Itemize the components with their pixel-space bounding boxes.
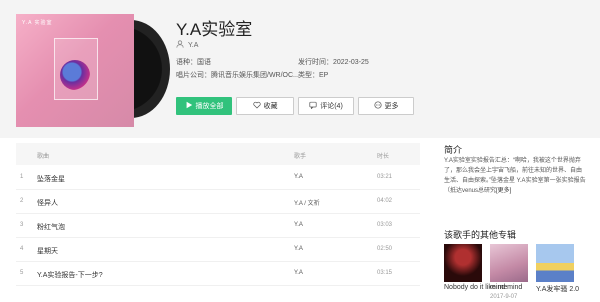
other-albums-title: 该歌手的其他专辑 <box>444 230 517 240</box>
other-album-name[interactable]: Y.A发牢骚 2.0 <box>536 284 579 294</box>
release-date-info: 发行时间：2022-03-25 <box>298 59 369 66</box>
track-duration: 03:15 <box>377 270 393 276</box>
more-icon <box>373 101 382 111</box>
track-row[interactable]: 2 怪异人 Y.A / 文祈 04:02 <box>16 190 420 214</box>
track-singer[interactable]: Y.A <box>294 246 303 252</box>
track-singer[interactable]: Y.A <box>294 222 303 228</box>
other-album-cover[interactable] <box>536 244 574 282</box>
company-info: 唱片公司：腾讯音乐娱乐集团/WR/OC... <box>176 72 299 79</box>
track-singer[interactable]: Y.A <box>294 174 303 180</box>
user-icon <box>176 40 184 50</box>
artist-line[interactable]: Y.A <box>176 40 198 50</box>
artist-link[interactable]: Y.A <box>188 42 198 49</box>
track-row[interactable]: 4 星期天 Y.A 02:50 <box>16 238 420 262</box>
header-duration: 时长 <box>377 154 390 160</box>
play-all-button[interactable]: 播放全部 <box>176 97 232 115</box>
other-album-cover[interactable] <box>490 244 528 282</box>
track-duration: 02:50 <box>377 246 393 252</box>
cover-art-blob <box>60 60 90 90</box>
track-name[interactable]: 坠落金星 <box>37 174 65 184</box>
intro-title: 简介 <box>444 145 463 155</box>
track-name[interactable]: 粉红气泡 <box>37 222 65 232</box>
track-number: 3 <box>20 222 24 228</box>
track-row[interactable]: 1 坠落金星 Y.A 03:21 <box>16 166 420 190</box>
play-icon <box>185 101 193 111</box>
track-number: 4 <box>20 246 24 252</box>
track-singer[interactable]: Y.A / 文祈 <box>294 198 320 207</box>
heart-icon <box>252 101 261 111</box>
track-row[interactable]: 3 粉红气泡 Y.A 03:03 <box>16 214 420 238</box>
album-title: Y.A实验室 <box>176 20 253 39</box>
track-duration: 03:21 <box>377 174 393 180</box>
more-button[interactable]: 更多 <box>358 97 414 115</box>
track-singer[interactable]: Y.A <box>294 270 303 276</box>
track-duration: 03:03 <box>377 222 393 228</box>
company-link[interactable]: 腾讯音乐娱乐集团/WR/OC... <box>211 72 299 79</box>
comment-button[interactable]: 评论(4) <box>298 97 354 115</box>
track-number: 1 <box>20 174 24 180</box>
other-album-name[interactable]: mind mind <box>490 284 522 291</box>
track-duration: 04:02 <box>377 198 393 204</box>
album-cover[interactable]: Y.A 实验室 <box>16 14 134 127</box>
album-cover-area[interactable]: Y.A 实验室 <box>16 14 170 127</box>
track-number: 5 <box>20 270 24 276</box>
favorite-button[interactable]: 收藏 <box>236 97 294 115</box>
track-number: 2 <box>20 198 24 204</box>
intro-more-link[interactable]: [更多] <box>496 188 511 194</box>
cover-label: Y.A 实验室 <box>22 20 53 26</box>
header-song: 歌曲 <box>37 154 50 160</box>
intro-text: Y.A实验室实验报告汇总：“啊哈，我被这个世界抛弃了，那么我会坐上宇宙飞船，前往… <box>444 158 586 194</box>
tracklist-header: 歌曲 歌手 时长 <box>16 143 420 165</box>
track-row[interactable]: 5 Y.A实验报告-下一步? Y.A 03:15 <box>16 262 420 286</box>
track-name[interactable]: 星期天 <box>37 246 58 256</box>
type-info: 类型：EP <box>298 72 329 79</box>
comment-icon <box>309 101 317 111</box>
track-name[interactable]: Y.A实验报告-下一步? <box>37 270 103 280</box>
header-singer: 歌手 <box>294 154 307 160</box>
track-name[interactable]: 怪异人 <box>37 198 58 208</box>
other-album-cover[interactable] <box>444 244 482 282</box>
language-info: 语种：国语 <box>176 59 211 66</box>
other-album-date: 2017-9-07 <box>490 294 518 300</box>
